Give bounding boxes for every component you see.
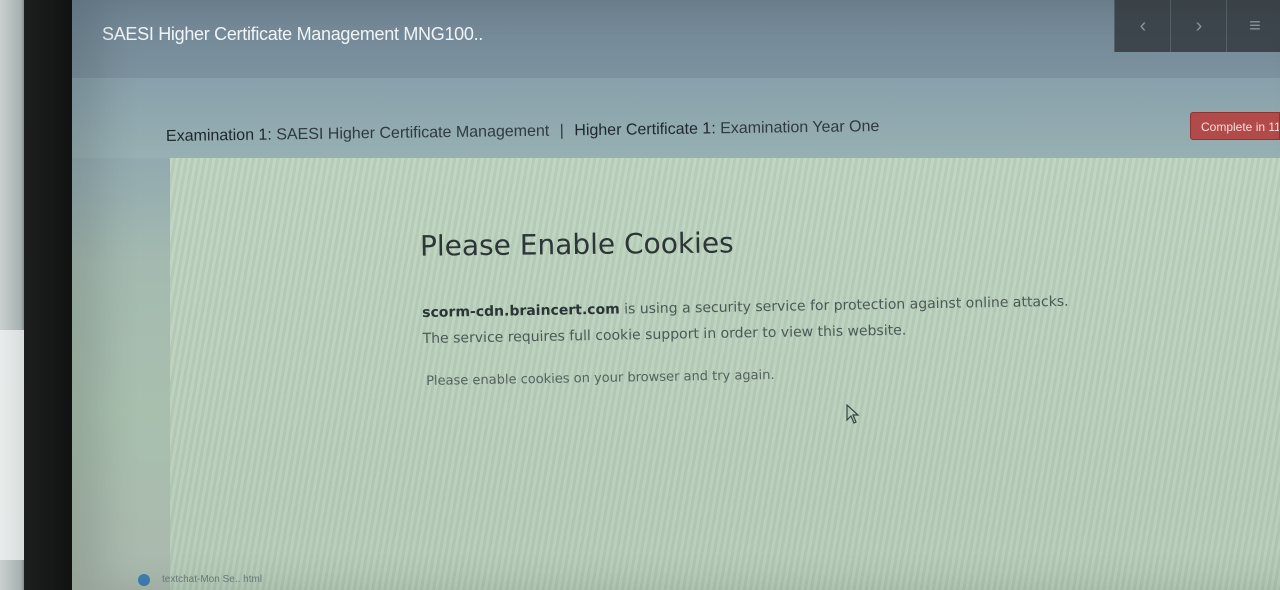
- breadcrumb-cert-value[interactable]: Examination Year One: [720, 118, 879, 137]
- notice-domain: scorm-cdn.braincert.com: [422, 301, 620, 321]
- chevron-left-icon: ‹: [1139, 15, 1147, 37]
- screen: SAESI Higher Certificate Management MNG1…: [72, 0, 1280, 590]
- notice-text: is using a security service for protecti…: [422, 293, 1069, 347]
- sub-header: [72, 78, 1280, 158]
- breadcrumb-cert-label: Higher Certificate 1:: [574, 120, 716, 140]
- breadcrumb-separator: |: [559, 122, 564, 140]
- taskbar-download-item[interactable]: textchat-Mon Se.. html: [162, 574, 262, 585]
- breadcrumb-exam-label: Examination 1:: [165, 126, 272, 145]
- next-button[interactable]: ›: [1170, 0, 1227, 52]
- chrome-icon: [138, 574, 150, 586]
- breadcrumb-exam-value[interactable]: SAESI Higher Certificate Management: [276, 123, 549, 144]
- menu-icon: ≡: [1249, 15, 1261, 37]
- prev-button[interactable]: ‹: [1114, 0, 1171, 52]
- chevron-right-icon: ›: [1195, 15, 1203, 37]
- nav-controls: ‹ › ≡: [1114, 0, 1280, 52]
- course-title: SAESI Higher Certificate Management MNG1…: [102, 24, 483, 44]
- menu-button[interactable]: ≡: [1226, 0, 1280, 52]
- mouse-cursor-icon: [846, 404, 860, 424]
- top-bar: SAESI Higher Certificate Management MNG1…: [72, 0, 1280, 78]
- complete-button[interactable]: Complete in 11: [1190, 112, 1280, 140]
- page-title: Please Enable Cookies: [419, 226, 734, 263]
